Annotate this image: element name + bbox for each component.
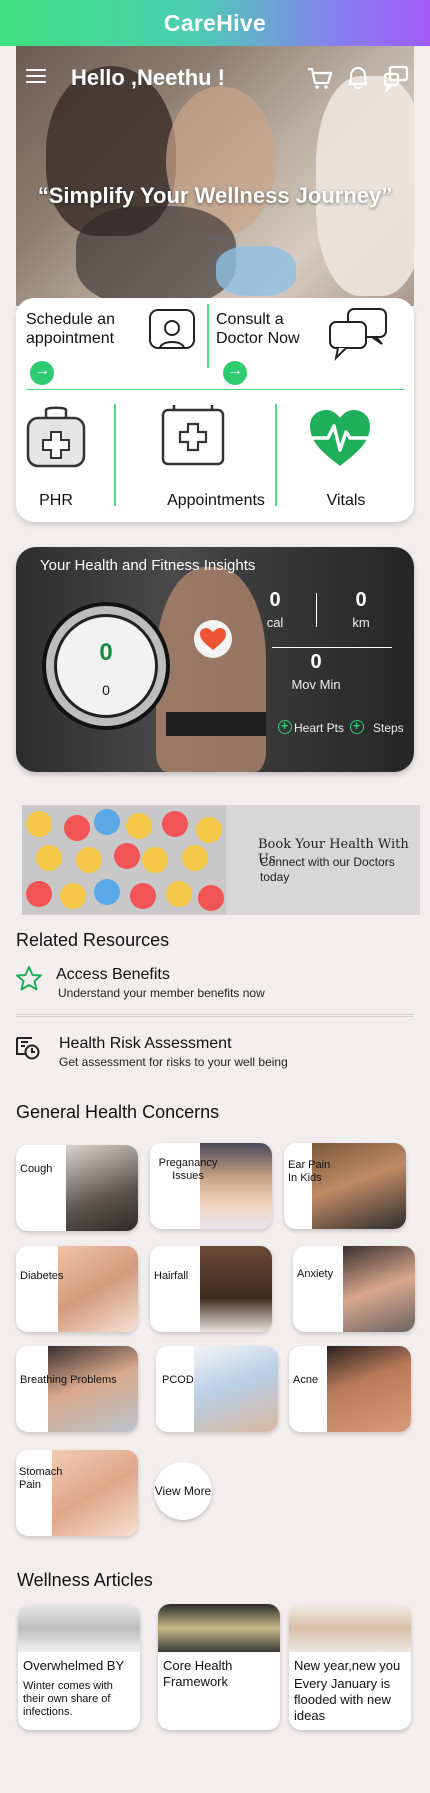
medical-kit-icon[interactable]: [160, 404, 226, 471]
health-risk-subtitle: Get assessment for risks to your well be…: [59, 1055, 288, 1069]
article-title: New year,new you: [294, 1658, 401, 1673]
concern-card-hairfall[interactable]: Hairfall: [150, 1246, 272, 1332]
heart-points-icon: [278, 718, 292, 734]
concern-card-breathing[interactable]: Breathing Problems: [16, 1346, 138, 1432]
activity-ring: 0 0: [42, 602, 170, 730]
heart-button[interactable]: [194, 620, 232, 658]
concern-card-pregnancy[interactable]: Preganancy Issues: [150, 1143, 272, 1229]
related-resources-title: Related Resources: [16, 930, 170, 950]
app-title: CareHive: [163, 9, 267, 36]
concern-label: Diabetes: [20, 1270, 64, 1282]
view-more-button[interactable]: View More: [154, 1462, 212, 1520]
distance-value: 0: [355, 589, 367, 611]
steps-label: Steps: [373, 721, 404, 735]
concern-label: Preganancy Issues: [158, 1157, 218, 1182]
calories-unit: cal: [266, 615, 284, 630]
ring-secondary-value: 0: [102, 682, 110, 698]
steps-icon: [350, 718, 364, 734]
article-title: Overwhelmed BY: [23, 1658, 125, 1673]
heart-pulse-icon[interactable]: [308, 408, 372, 473]
chat-icon[interactable]: [382, 64, 410, 94]
bell-icon[interactable]: [344, 64, 372, 92]
service-label-phr[interactable]: PHR: [16, 492, 96, 510]
concern-label: Acne: [293, 1374, 319, 1386]
medical-bag-icon[interactable]: [24, 404, 88, 475]
consult-arrow-button[interactable]: [223, 361, 247, 385]
concern-label: Hairfall: [154, 1270, 189, 1282]
move-minutes-unit: Mov Min: [291, 677, 341, 692]
chat-bubbles-icon[interactable]: [328, 306, 390, 367]
app-bar: CareHive: [0, 0, 430, 46]
quick-actions-card: Schedule an appointment Consult a Doctor…: [16, 298, 414, 522]
assessment-icon[interactable]: [14, 1034, 42, 1067]
consult-doctor-label[interactable]: Consult a Doctor Now: [216, 310, 306, 348]
concern-label: PCOD: [162, 1374, 194, 1386]
hamburger-menu-icon[interactable]: [26, 69, 46, 85]
top-nav: Hello ,Neethu !: [16, 58, 414, 98]
service-label-vitals[interactable]: Vitals: [306, 492, 386, 510]
service-label-appointments[interactable]: Appointments: [126, 492, 306, 510]
emoji-banner-image: [22, 805, 226, 915]
insights-title: Your Health and Fitness Insights: [40, 557, 256, 574]
greeting: Hello ,Neethu !: [71, 65, 226, 90]
schedule-appointment-label[interactable]: Schedule an appointment: [26, 310, 136, 348]
wellness-articles-title: Wellness Articles: [17, 1570, 153, 1590]
concern-card-cough[interactable]: Cough: [16, 1145, 138, 1231]
concern-label: Ear Pain In Kids: [288, 1159, 331, 1184]
book-health-banner[interactable]: Book Your Health With Us Connect with ou…: [22, 805, 420, 915]
concern-label: Stomach Pain: [19, 1466, 63, 1491]
schedule-arrow-button[interactable]: [30, 361, 54, 385]
health-concerns-title: General Health Concerns: [16, 1102, 220, 1122]
concern-card-diabetes[interactable]: Diabetes: [16, 1246, 138, 1332]
hero-tagline: “Simplify Your Wellness Journey”: [37, 183, 393, 208]
health-risk-title[interactable]: Health Risk Assessment: [59, 1035, 232, 1053]
concern-label: Anxiety: [297, 1268, 334, 1280]
article-summary: Every January is flooded with new ideas: [294, 1676, 391, 1723]
article-card-overwhelmed[interactable]: Overwhelmed BY Winter comes with their o…: [18, 1604, 140, 1730]
star-icon[interactable]: [14, 964, 44, 999]
concern-label: Cough: [20, 1163, 53, 1175]
concern-card-ear-pain[interactable]: Ear Pain In Kids: [284, 1143, 406, 1229]
concern-card-anxiety[interactable]: Anxiety: [293, 1246, 415, 1332]
ring-primary-value: 0: [99, 639, 113, 666]
article-title: Core Health Framework: [163, 1658, 233, 1689]
concern-label: Breathing Problems: [20, 1374, 117, 1386]
calories-value: 0: [269, 589, 281, 611]
cart-icon[interactable]: [306, 64, 334, 92]
article-card-new-year[interactable]: New year,new you Every January is floode…: [289, 1604, 411, 1730]
article-summary: Winter comes with their own share of inf…: [23, 1680, 113, 1718]
banner-subtitle: Connect with our Doctors today: [260, 855, 395, 884]
article-card-core-health[interactable]: Core Health Framework: [158, 1604, 280, 1730]
access-benefits-subtitle: Understand your member benefits now: [58, 986, 265, 1000]
fitness-insights-card[interactable]: Your Health and Fitness Insights 0 0 0 c…: [16, 547, 414, 772]
heart-points-label: Heart Pts: [294, 721, 345, 735]
concern-card-pcod[interactable]: PCOD: [156, 1346, 278, 1432]
concern-card-acne[interactable]: Acne: [289, 1346, 411, 1432]
access-benefits-title[interactable]: Access Benefits: [56, 966, 170, 984]
move-minutes-value: 0: [310, 651, 322, 673]
concern-card-stomach-pain[interactable]: Stomach Pain: [16, 1450, 138, 1536]
doctor-avatar-icon[interactable]: [148, 308, 196, 359]
distance-unit: km: [352, 615, 370, 630]
